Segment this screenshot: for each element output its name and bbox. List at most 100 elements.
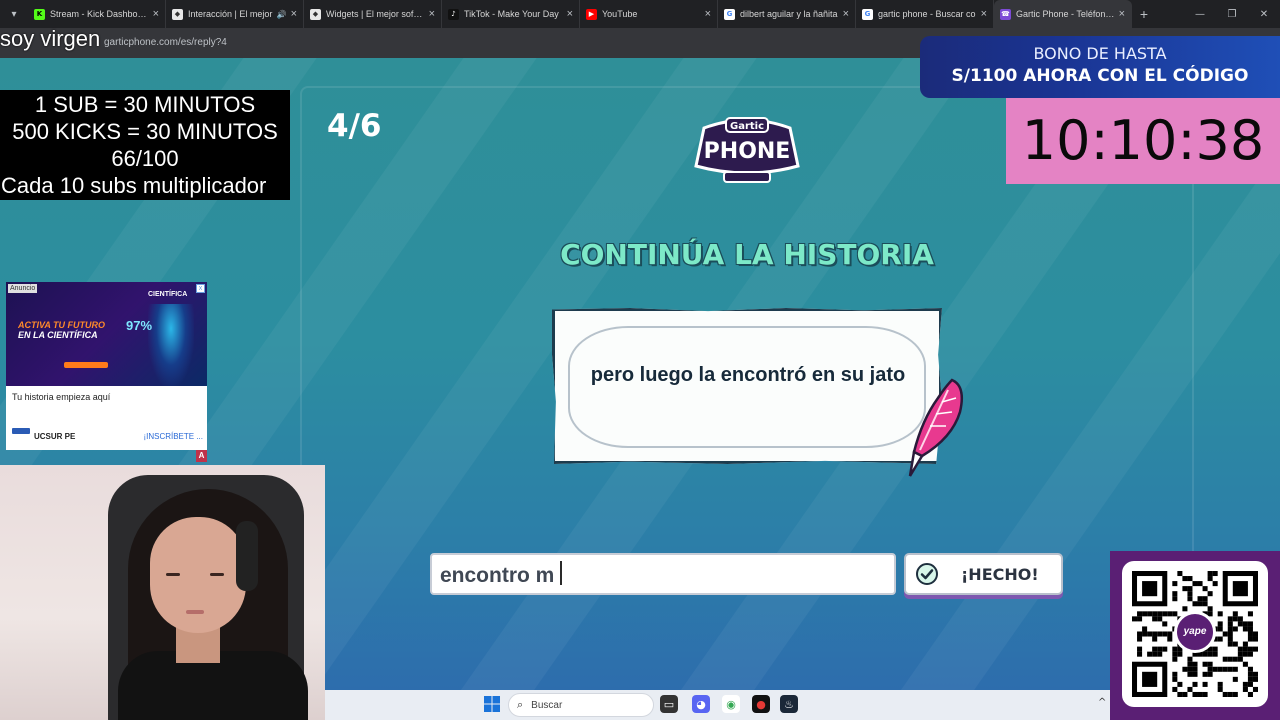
qr-module [1157,611,1163,617]
windows-start-icon[interactable] [484,696,500,712]
ad-close-icon[interactable]: x [196,284,205,293]
qr-module [1137,646,1143,652]
ad-title[interactable]: Tu historia empieza aquí [12,392,110,402]
qr-module [1137,636,1143,642]
qr-module [1202,601,1208,607]
qr-module [1232,656,1238,662]
story-text: pero luego la encontró en su jato [590,364,906,386]
new-tab-button[interactable]: + [1132,6,1156,22]
qr-module [1137,616,1143,622]
qr-module [1237,656,1243,662]
qr-module [1242,641,1248,647]
ad-badge: Anuncio [8,284,38,293]
qr-module [1247,681,1253,687]
qr-module [1152,646,1158,652]
qr-module [1247,636,1253,642]
done-button[interactable]: ¡HECHO! [904,553,1063,595]
ad-cta-link[interactable]: ¡INSCRÍBETE ... [143,432,203,441]
logo-top-text: Gartic [730,121,764,132]
qr-module [1197,691,1203,697]
close-icon[interactable]: × [291,8,297,20]
discord-icon[interactable]: ◕ [692,695,710,713]
qr-module [1197,601,1203,607]
tab-gartic-phone[interactable]: ☎ Gartic Phone - Teléfono D × [994,0,1132,28]
close-icon[interactable]: × [705,8,711,20]
yape-qr-panel: yape [1110,551,1280,720]
qr-module [1232,676,1238,682]
minimize-icon[interactable]: — [1184,0,1216,28]
qr-module [1182,576,1188,582]
tab-widgets[interactable]: ◆ Widgets | El mejor softwa × [304,0,442,28]
tab-search-icon[interactable]: ▾ [0,0,28,28]
tab-interaccion[interactable]: ◆ Interacción | El mejor 🔊 × [166,0,304,28]
close-icon[interactable]: × [567,8,573,20]
tiktok-icon: ♪ [448,8,459,20]
qr-module [1212,646,1218,652]
ad-widget[interactable]: Anuncio x CIENTÍFICA ACTIVA TU FUTURO EN… [6,282,207,450]
chrome-icon[interactable]: ◉ [722,695,740,713]
subathon-rules-panel: 1 SUB = 30 MINUTOS 500 KICKS = 30 MINUTO… [0,90,290,200]
qr-module [1247,666,1253,672]
maximize-icon[interactable]: ❐ [1216,0,1248,28]
qr-module [1212,651,1218,657]
logo-bottom-text: PHONE [704,139,791,164]
qr-module [1162,646,1168,652]
qr-module [1242,646,1248,652]
close-icon[interactable]: × [153,8,159,20]
qr-module [1137,611,1143,617]
ad-image[interactable]: Anuncio x CIENTÍFICA ACTIVA TU FUTURO EN… [6,282,207,386]
promo-banner: BONO DE HASTA S/1100 AHORA CON EL CÓDIGO [920,36,1280,98]
qr-module [1187,666,1193,672]
tab-tiktok[interactable]: ♪ TikTok - Make Your Day × [442,0,580,28]
qr-module [1207,571,1213,577]
taskbar-search-placeholder: Buscar [531,699,563,711]
qr-finder-module [1232,581,1248,597]
close-icon[interactable]: × [981,8,987,20]
close-icon[interactable]: × [1119,8,1125,20]
close-icon[interactable]: × [843,8,849,20]
close-icon[interactable]: × [429,8,435,20]
qr-module [1222,666,1228,672]
tab-google-dilbert[interactable]: G dilbert aguilar y la ñañita × [718,0,856,28]
steam-icon[interactable]: ♨ [780,695,798,713]
tray-expand-icon[interactable]: ^ [1098,697,1106,708]
qr-module [1137,651,1143,657]
url-text[interactable]: garticphone.com/es/reply?4 [104,37,227,48]
tab-google-gartic[interactable]: G gartic phone - Buscar co × [856,0,994,28]
qr-module [1232,616,1238,622]
adchoices-icon[interactable]: A [196,450,207,462]
qr-module [1177,681,1183,687]
window-controls: — ❐ ✕ [1184,0,1280,28]
close-window-icon[interactable]: ✕ [1248,0,1280,28]
qr-module [1227,621,1233,627]
tab-kick-dashboard[interactable]: K Stream - Kick Dashboard × [28,0,166,28]
obs-icon[interactable]: ● [752,695,770,713]
qr-module [1227,666,1233,672]
qr-module [1182,606,1188,612]
qr-module [1167,636,1173,642]
check-icon [916,563,938,585]
story-answer-input[interactable]: encontro m [430,553,896,595]
qr-module [1252,671,1258,677]
task-view-icon[interactable]: ▭ [660,695,678,713]
qr-module [1217,626,1223,632]
qr-module [1172,656,1178,662]
qr-module [1172,686,1178,692]
qr-module [1207,651,1213,657]
qr-module [1172,646,1178,652]
qr-module [1222,656,1228,662]
ad-headline-1: ACTIVA TU FUTURO [18,320,105,330]
story-card-inner-frame [568,326,926,448]
speaker-icon[interactable]: 🔊 [277,10,287,19]
qr-module [1177,691,1183,697]
taskbar-search[interactable]: ⌕ Buscar [508,693,654,717]
qr-module [1132,616,1138,622]
qr-module [1202,691,1208,697]
gartic-phone-logo: Gartic PHONE [694,117,800,183]
qr-module [1232,641,1238,647]
qr-module [1212,666,1218,672]
qr-module [1172,596,1178,602]
ad-brand: CIENTÍFICA [148,291,188,298]
qr-module [1217,621,1223,627]
tab-youtube[interactable]: ▶ YouTube × [580,0,718,28]
